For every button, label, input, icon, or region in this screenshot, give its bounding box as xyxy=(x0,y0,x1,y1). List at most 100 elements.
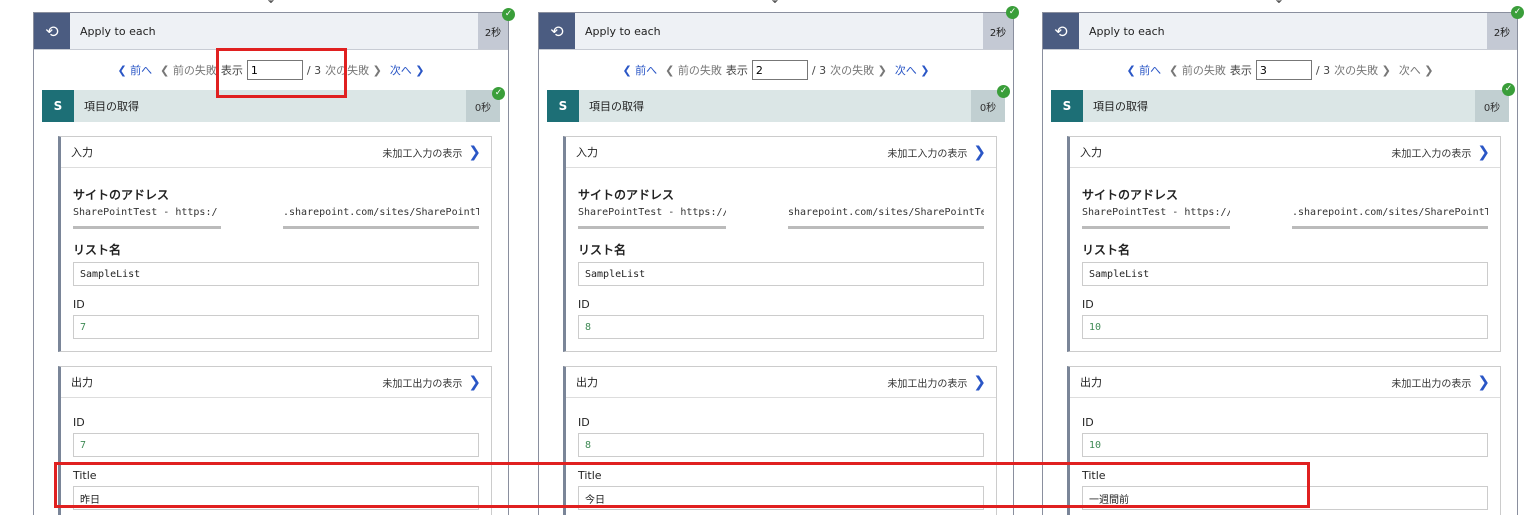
inputs-section: 入力 未加工入力の表示 ❯ サイトのアドレス SharePointTest - h… xyxy=(563,136,997,352)
action-title: 項目の取得 xyxy=(589,100,644,113)
success-check-icon: ✓ xyxy=(492,87,505,100)
page-input[interactable] xyxy=(246,60,303,80)
chevron-right-icon: ❯ xyxy=(468,143,481,161)
output-id-label: ID xyxy=(1082,416,1094,429)
prev-button[interactable]: ❮ 前へ xyxy=(622,62,657,78)
output-id-field[interactable]: 7 xyxy=(73,433,479,457)
card-title: Apply to each xyxy=(585,24,661,38)
sharepoint-icon: S xyxy=(42,90,74,122)
flow-arrow-icon: ↓ xyxy=(262,0,280,8)
get-items-action: S 項目の取得 0秒 入力 未加工入力の表示 ❯ サイトのアドレス SharePo… xyxy=(1051,90,1509,515)
list-name-label: リスト名 xyxy=(1082,243,1131,257)
next-fail-button[interactable]: 次の失敗 ❯ xyxy=(1334,62,1391,78)
loop-icon: ⟲ xyxy=(539,13,575,49)
id-label: ID xyxy=(578,298,590,311)
apply-to-each-card: ⟲ Apply to each 2秒 ❮ 前へ ❮ 前の失敗 表示 / 3 次の… xyxy=(1042,12,1518,515)
list-name-field[interactable]: SampleList xyxy=(578,262,984,286)
card-duration: 2秒 xyxy=(1487,13,1517,49)
site-address-field[interactable]: SharePointTest - https:// sharepoint.com… xyxy=(578,207,984,229)
title-label: Title xyxy=(1082,469,1106,482)
next-button[interactable]: 次へ ❯ xyxy=(1399,62,1434,78)
id-field[interactable]: 7 xyxy=(73,315,479,339)
card-header[interactable]: ⟲ Apply to each 2秒 xyxy=(1043,13,1517,50)
outputs-label: 出力 xyxy=(71,376,93,389)
id-label: ID xyxy=(1082,298,1094,311)
show-raw-inputs-link[interactable]: 未加工入力の表示 ❯ xyxy=(887,143,986,161)
prev-button[interactable]: ❮ 前へ xyxy=(1126,62,1161,78)
action-header[interactable]: S 項目の取得 0秒 xyxy=(1051,90,1509,122)
chevron-right-icon: ❯ xyxy=(973,143,986,161)
prev-button[interactable]: ❮ 前へ xyxy=(117,62,152,78)
outputs-section: 出力 未加工出力の表示 ❯ ID 8 Title 今日 xyxy=(563,366,997,515)
card-header[interactable]: ⟲ Apply to each 2秒 xyxy=(34,13,508,50)
next-button[interactable]: 次へ ❯ xyxy=(895,62,930,78)
outputs-section: 出力 未加工出力の表示 ❯ ID 10 Title 一週間前 xyxy=(1067,366,1501,515)
sharepoint-icon: S xyxy=(547,90,579,122)
show-raw-inputs-link[interactable]: 未加工入力の表示 ❯ xyxy=(382,143,481,161)
page-total: / 3 xyxy=(811,63,827,77)
title-label: Title xyxy=(73,469,97,482)
get-items-action: S 項目の取得 0秒 入力 未加工入力の表示 ❯ サイトのアドレス SharePo… xyxy=(42,90,500,515)
title-field[interactable]: 昨日 xyxy=(73,486,479,510)
iteration-pager: ❮ 前へ ❮ 前の失敗 表示 / 3 次の失敗 ❯ 次へ ❯ xyxy=(539,50,1013,90)
inputs-label: 入力 xyxy=(576,146,598,159)
apply-to-each-card: ⟲ Apply to each 2秒 ❮ 前へ ❮ 前の失敗 表示 / 3 次の… xyxy=(33,12,509,515)
outputs-section: 出力 未加工出力の表示 ❯ ID 7 Title 昨日 xyxy=(58,366,492,515)
next-fail-button[interactable]: 次の失敗 ❯ xyxy=(830,62,887,78)
show-raw-outputs-link[interactable]: 未加工出力の表示 ❯ xyxy=(382,373,481,391)
success-check-icon: ✓ xyxy=(1502,83,1515,96)
flow-arrow-icon: ↓ xyxy=(766,0,784,8)
success-check-icon: ✓ xyxy=(1006,6,1019,19)
list-name-field[interactable]: SampleList xyxy=(1082,262,1488,286)
get-items-action: S 項目の取得 0秒 入力 未加工入力の表示 ❯ サイトのアドレス SharePo… xyxy=(547,90,1005,515)
card-header[interactable]: ⟲ Apply to each 2秒 xyxy=(539,13,1013,50)
success-check-icon: ✓ xyxy=(997,85,1010,98)
show-label: 表示 xyxy=(1229,64,1252,77)
flow-arrow-icon: ↓ xyxy=(1270,0,1288,8)
id-field[interactable]: 8 xyxy=(578,315,984,339)
show-raw-outputs-link[interactable]: 未加工出力の表示 ❯ xyxy=(1391,373,1490,391)
output-id-field[interactable]: 10 xyxy=(1082,433,1488,457)
card-title: Apply to each xyxy=(1089,24,1165,38)
action-header[interactable]: S 項目の取得 0秒 xyxy=(42,90,500,122)
prev-fail-button[interactable]: ❮ 前の失敗 xyxy=(1169,62,1226,78)
inputs-label: 入力 xyxy=(71,146,93,159)
site-address-label: サイトのアドレス xyxy=(73,188,170,202)
site-address-field[interactable]: SharePointTest - https:/ .sharepoint.com… xyxy=(73,207,479,229)
loop-icon: ⟲ xyxy=(34,13,70,49)
chevron-right-icon: ❯ xyxy=(973,373,986,391)
outputs-label: 出力 xyxy=(1080,376,1102,389)
list-name-label: リスト名 xyxy=(578,243,627,257)
title-field[interactable]: 一週間前 xyxy=(1082,486,1488,510)
prev-fail-button[interactable]: ❮ 前の失敗 xyxy=(665,62,722,78)
title-field[interactable]: 今日 xyxy=(578,486,984,510)
site-address-label: サイトのアドレス xyxy=(578,188,675,202)
next-fail-button[interactable]: 次の失敗 ❯ xyxy=(325,62,382,78)
list-name-label: リスト名 xyxy=(73,243,122,257)
next-button[interactable]: 次へ ❯ xyxy=(390,62,425,78)
prev-fail-button[interactable]: ❮ 前の失敗 xyxy=(160,62,217,78)
sharepoint-icon: S xyxy=(1051,90,1083,122)
page-input[interactable] xyxy=(751,60,808,80)
page-total: / 3 xyxy=(306,63,322,77)
output-id-label: ID xyxy=(73,416,85,429)
id-field[interactable]: 10 xyxy=(1082,315,1488,339)
chevron-right-icon: ❯ xyxy=(1477,373,1490,391)
show-raw-inputs-link[interactable]: 未加工入力の表示 ❯ xyxy=(1391,143,1490,161)
inputs-section: 入力 未加工入力の表示 ❯ サイトのアドレス SharePointTest - h… xyxy=(58,136,492,352)
action-header[interactable]: S 項目の取得 0秒 xyxy=(547,90,1005,122)
list-name-field[interactable]: SampleList xyxy=(73,262,479,286)
id-label: ID xyxy=(73,298,85,311)
inputs-section: 入力 未加工入力の表示 ❯ サイトのアドレス SharePointTest - h… xyxy=(1067,136,1501,352)
success-check-icon: ✓ xyxy=(502,8,515,21)
apply-to-each-card: ⟲ Apply to each 2秒 ❮ 前へ ❮ 前の失敗 表示 / 3 次の… xyxy=(538,12,1014,515)
show-raw-outputs-link[interactable]: 未加工出力の表示 ❯ xyxy=(887,373,986,391)
chevron-right-icon: ❯ xyxy=(468,373,481,391)
output-id-field[interactable]: 8 xyxy=(578,433,984,457)
chevron-right-icon: ❯ xyxy=(1477,143,1490,161)
action-title: 項目の取得 xyxy=(84,100,139,113)
loop-icon: ⟲ xyxy=(1043,13,1079,49)
output-id-label: ID xyxy=(578,416,590,429)
site-address-field[interactable]: SharePointTest - https:// .sharepoint.co… xyxy=(1082,207,1488,229)
page-input[interactable] xyxy=(1255,60,1312,80)
